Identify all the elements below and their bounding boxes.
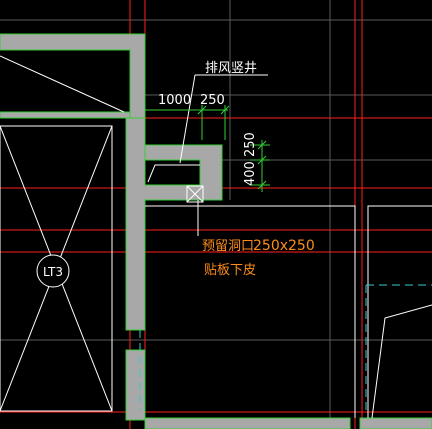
dimension-250-vertical: 250 [243,132,258,157]
elevator-tag-label: LT3 [43,265,63,279]
wall-upper-band [0,111,131,119]
wall-bottom-right [359,417,432,429]
opening-size: 250x250 [253,238,315,254]
dimension-1000: 1000 [158,93,191,108]
opening-title: 预留洞口 [202,239,254,254]
dimension-400: 400 [243,161,258,186]
opening-note: 贴板下皮 [204,263,256,278]
cad-drawing-canvas: 排风竖井 1000 250 250 400 LT3 预留洞口 250x250 贴… [0,0,432,429]
wall-lower-left [125,349,146,421]
dimension-250-horizontal: 250 [200,93,225,108]
wall-bottom [144,417,351,429]
shaft-label: 排风竖井 [205,61,257,76]
